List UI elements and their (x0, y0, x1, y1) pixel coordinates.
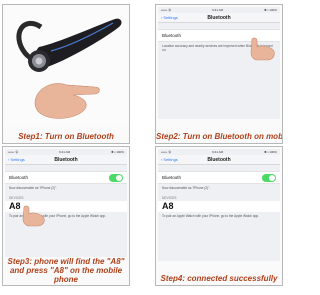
step1-panel: Step1: Turn on Bluetooth (2, 4, 130, 144)
phone-screen: •••••• 令 9:41 AM ✱ ▪ 100% ‹ Settings Blu… (5, 149, 127, 257)
discoverable-note: Now discoverable as "iPhone (2)". (9, 186, 58, 190)
bluetooth-headset-image (3, 5, 129, 125)
bluetooth-toggle[interactable] (109, 173, 123, 182)
page-title: Bluetooth (207, 14, 231, 21)
bluetooth-toggle[interactable] (262, 173, 276, 182)
clock: 9:41 AM (212, 150, 224, 154)
discoverable-note: Now discoverable as "iPhone (2)". (162, 186, 211, 190)
step3-caption: Step3: phone will find the "A8" and pres… (7, 257, 125, 284)
pointing-hand-icon (250, 37, 275, 61)
battery-indicator: ✱ ▪ 100% (264, 8, 277, 12)
nav-bar: ‹ Settings Bluetooth (158, 155, 280, 165)
device-note: To pair an Apple Watch with your iPhone,… (162, 214, 260, 218)
battery-indicator: ✱ ▪ 100% (111, 150, 124, 154)
nav-bar: ‹ Settings Bluetooth (158, 13, 280, 23)
phone-screen: •••••• 令 9:41 AM ✱ ▪ 100% ‹ Settings Blu… (158, 7, 280, 119)
bluetooth-settings-group: Bluetooth (158, 171, 280, 184)
step3-panel: •••••• 令 9:41 AM ✱ ▪ 100% ‹ Settings Blu… (2, 146, 130, 286)
battery-indicator: ✱ ▪ 100% (264, 150, 277, 154)
devices-header: DEVICES (9, 196, 24, 200)
carrier-signal: •••••• 令 (161, 8, 172, 12)
phone-screen: •••••• 令 9:41 AM ✱ ▪ 100% ‹ Settings Blu… (158, 149, 280, 261)
step4-caption: Step4: connected successfully (160, 274, 278, 283)
step2-panel: •••••• 令 9:41 AM ✱ ▪ 100% ‹ Settings Blu… (155, 4, 283, 144)
device-a8[interactable]: A8 (158, 201, 280, 212)
bluetooth-row-label: Bluetooth (162, 33, 182, 38)
carrier-signal: •••••• 令 (8, 150, 19, 154)
devices-header: DEVICES (162, 196, 177, 200)
step1-caption: Step1: Turn on Bluetooth (18, 132, 114, 141)
page-title: Bluetooth (54, 156, 78, 163)
step4-panel: •••••• 令 9:41 AM ✱ ▪ 100% ‹ Settings Blu… (155, 146, 283, 286)
bluetooth-settings-group: Bluetooth (5, 171, 127, 184)
step2-caption: Step2: Turn on Bluetooth on mobile (156, 132, 283, 141)
bluetooth-row-label: Bluetooth (9, 175, 29, 180)
bluetooth-row-label: Bluetooth (162, 175, 182, 180)
carrier-signal: •••••• 令 (161, 150, 172, 154)
clock: 9:41 AM (59, 150, 71, 154)
pointing-hand-icon (22, 205, 45, 227)
bluetooth-row: Bluetooth (158, 172, 280, 183)
clock: 9:41 AM (212, 8, 224, 12)
page-title: Bluetooth (207, 156, 231, 163)
nav-bar: ‹ Settings Bluetooth (5, 155, 127, 165)
bluetooth-row: Bluetooth (5, 172, 127, 183)
